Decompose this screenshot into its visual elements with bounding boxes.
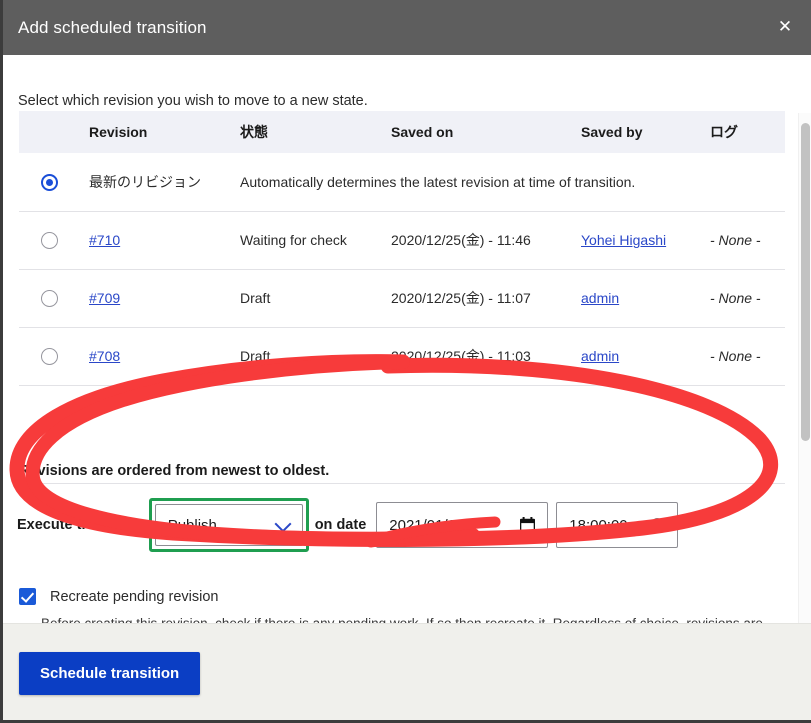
row-state-cell: Waiting for check [240,211,391,270]
row-auto-description: Automatically determines the latest revi… [240,153,785,212]
header-revision: Revision [89,111,240,153]
row-radio-cell[interactable] [19,153,89,212]
revision-radio-latest[interactable] [41,173,58,191]
close-icon[interactable]: ✕ [768,10,802,44]
user-link[interactable]: admin [581,290,619,306]
table-row[interactable]: 最新のリビジョン Automatically determines the la… [19,153,785,212]
vertical-scrollbar[interactable] [798,113,811,673]
row-revision-label: 最新のリビジョン [89,153,240,212]
header-saved-on: Saved on [391,111,581,153]
transition-controls: Execute transition Publish on date 2021/… [17,495,679,555]
dialog-body: Select which revision you wish to move t… [3,55,811,673]
recreate-pending-checkbox[interactable] [19,588,36,605]
execute-transition-label: Execute transition [17,517,143,533]
recreate-pending-label[interactable]: Recreate pending revision [50,589,218,605]
revision-link[interactable]: #710 [89,232,120,248]
transition-state-value: Publish [167,516,217,534]
schedule-transition-button[interactable]: Schedule transition [19,652,201,695]
row-saved-by-cell: admin [581,269,710,328]
on-date-label: on date [314,517,367,533]
table-row[interactable]: #709 Draft 2020/12/25(金) - 11:07 admin -… [19,269,785,328]
divider [19,483,785,484]
transition-date-input[interactable]: 2021/01/08 [376,502,549,548]
dialog-footer: Schedule transition [3,623,811,720]
revision-radio-709[interactable] [41,289,58,307]
revision-radio-708[interactable] [41,347,58,365]
row-state-cell: Draft [240,327,391,386]
revision-table: Revision 状態 Saved on Saved by ログ 最新のリビジョ… [19,111,785,386]
transition-time-value: 18:00:00 [569,516,628,534]
calendar-icon[interactable] [520,517,536,533]
row-log-cell: - None - [710,327,785,386]
state-select-highlight: Publish [148,498,309,552]
header-saved-by: Saved by [581,111,710,153]
row-saved-by-cell: Yohei Higashi [581,211,710,270]
transition-date-value: 2021/01/08 [389,516,465,534]
intro-text: Select which revision you wish to move t… [18,93,368,109]
revision-link[interactable]: #708 [89,348,120,364]
row-saved-on-cell: 2020/12/25(金) - 11:07 [391,269,581,328]
table-row[interactable]: #710 Waiting for check 2020/12/25(金) - 1… [19,211,785,270]
chevron-down-icon [274,515,292,533]
row-revision-cell: #708 [89,327,240,386]
clock-icon[interactable] [650,517,666,533]
scrollbar-thumb[interactable] [801,123,810,441]
user-link[interactable]: admin [581,348,619,364]
transition-time-input[interactable]: 18:00:00 [556,502,679,548]
table-row[interactable]: #708 Draft 2020/12/25(金) - 11:03 admin -… [19,327,785,386]
row-saved-on-cell: 2020/12/25(金) - 11:03 [391,327,581,386]
row-log-cell: - None - [710,269,785,328]
row-revision-cell: #709 [89,269,240,328]
add-scheduled-transition-dialog: Add scheduled transition ✕ Select which … [0,0,811,723]
dialog-titlebar: Add scheduled transition ✕ [3,0,811,55]
header-state: 状態 [240,111,391,153]
row-radio-cell[interactable] [19,211,89,270]
recreate-pending-row[interactable]: Recreate pending revision [19,588,789,605]
revision-radio-710[interactable] [41,231,58,249]
row-saved-by-cell: admin [581,327,710,386]
row-saved-on-cell: 2020/12/25(金) - 11:46 [391,211,581,270]
row-radio-cell[interactable] [19,327,89,386]
table-header-row: Revision 状態 Saved on Saved by ログ [19,111,785,153]
header-log: ログ [710,111,785,153]
user-link[interactable]: Yohei Higashi [581,232,666,248]
transition-state-select[interactable]: Publish [154,504,303,546]
row-log-cell: - None - [710,211,785,270]
header-select [19,111,89,153]
dialog-title: Add scheduled transition [18,17,207,37]
row-state-cell: Draft [240,269,391,328]
row-radio-cell[interactable] [19,269,89,328]
revision-link[interactable]: #709 [89,290,120,306]
row-revision-cell: #710 [89,211,240,270]
revisions-order-note: Revisions are ordered from newest to old… [19,463,330,479]
